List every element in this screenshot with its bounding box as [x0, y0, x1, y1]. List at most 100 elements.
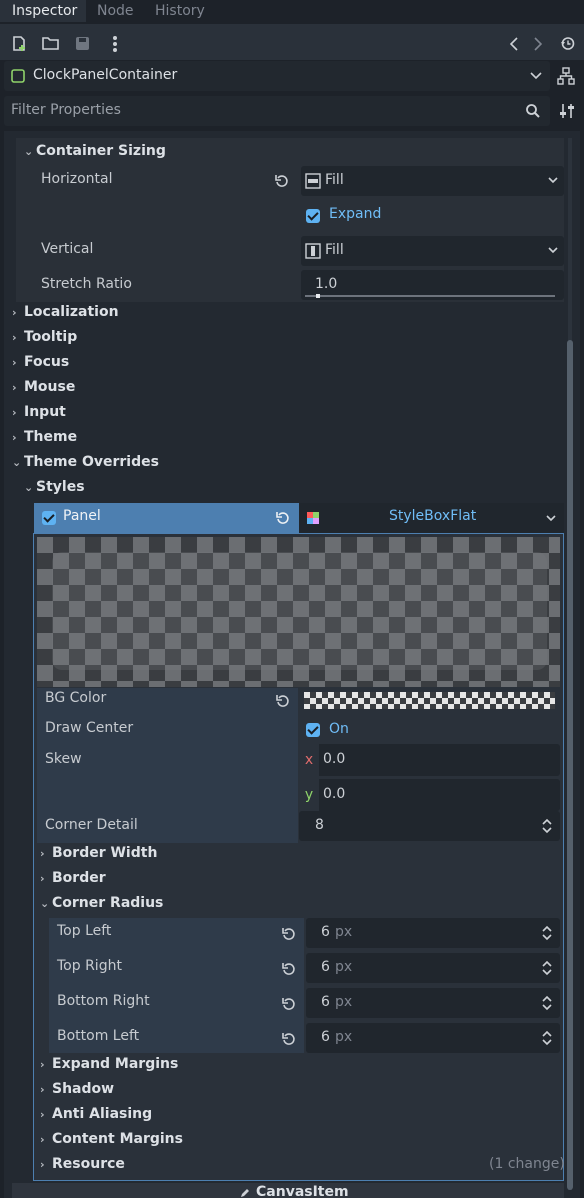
section-theme[interactable]: › Theme: [12, 429, 77, 445]
stretch-ratio-slider[interactable]: 1.0: [301, 270, 564, 300]
bottom-right-label: Bottom Right: [57, 993, 150, 1009]
spin-arrows-icon[interactable]: [542, 995, 552, 1011]
tab-node[interactable]: Node: [97, 0, 134, 22]
horizontal-value: Fill: [325, 172, 344, 188]
section-resource[interactable]: › Resource: [40, 1156, 125, 1172]
horizontal-dropdown[interactable]: Fill: [301, 166, 564, 196]
object-history-icon[interactable]: [560, 36, 575, 51]
tab-bar: Inspector Node History: [0, 0, 584, 24]
history-forward-icon[interactable]: [534, 37, 542, 51]
revert-icon[interactable]: [282, 1032, 296, 1046]
draw-center-label: Draw Center: [45, 720, 134, 736]
filter-properties-input[interactable]: Filter Properties: [4, 96, 550, 126]
bottom-left-label: Bottom Left: [57, 1028, 140, 1044]
section-label: Container Sizing: [36, 143, 166, 159]
top-left-spinbox[interactable]: 6 px: [306, 918, 560, 948]
bottom-left-spinbox[interactable]: 6 px: [306, 1023, 560, 1053]
search-icon: [526, 104, 540, 118]
revert-icon[interactable]: [282, 997, 296, 1011]
more-options-icon[interactable]: [112, 35, 118, 53]
bottom-right-value: 6: [321, 994, 330, 1010]
chevron-down-icon: [530, 72, 542, 80]
draw-center-checkbox[interactable]: [306, 723, 320, 737]
top-right-label: Top Right: [57, 958, 122, 974]
section-focus[interactable]: › Focus: [12, 354, 69, 370]
stretch-ratio-label: Stretch Ratio: [41, 276, 132, 292]
scrollbar-thumb[interactable]: [567, 340, 573, 1190]
chevron-down-icon: [548, 177, 558, 184]
section-container-sizing[interactable]: ⌄ Container Sizing: [24, 143, 166, 159]
canvasitem-label: CanvasItem: [256, 1184, 349, 1198]
node-selector[interactable]: ClockPanelContainer: [4, 61, 550, 91]
vertical-value: Fill: [325, 242, 344, 258]
panel-header[interactable]: Panel: [34, 503, 299, 533]
skew-x-input[interactable]: x 0.0: [299, 744, 560, 776]
skew-label: Skew: [45, 751, 82, 767]
section-expand-margins[interactable]: › Expand Margins: [40, 1056, 178, 1072]
horizontal-label: Horizontal: [41, 171, 113, 187]
new-resource-icon[interactable]: [11, 36, 27, 52]
tab-inspector[interactable]: Inspector: [0, 0, 86, 22]
history-back-icon[interactable]: [510, 37, 518, 51]
axis-x-label: x: [299, 744, 319, 776]
section-theme-overrides[interactable]: ⌄ Theme Overrides: [12, 454, 159, 470]
corner-detail-spinbox[interactable]: 8: [299, 811, 560, 841]
slider-track: [305, 295, 555, 297]
section-content-margins[interactable]: › Content Margins: [40, 1131, 183, 1147]
revert-icon[interactable]: [276, 511, 290, 525]
unit-suffix: px: [335, 924, 353, 940]
expand-label[interactable]: Expand: [329, 206, 381, 222]
fill-horizontal-icon: [305, 173, 321, 189]
stylebox-resource-picker[interactable]: StyleBoxFlat: [299, 503, 539, 533]
expand-checkbox[interactable]: [306, 209, 320, 223]
section-anti-aliasing[interactable]: › Anti Aliasing: [40, 1106, 152, 1122]
node-tree-icon[interactable]: [557, 67, 575, 85]
canvasitem-header[interactable]: CanvasItem: [12, 1183, 564, 1198]
save-icon[interactable]: [75, 36, 90, 51]
section-border[interactable]: › Border: [40, 870, 106, 886]
resource-change-count: (1 change): [489, 1156, 565, 1172]
panel-label: Panel: [63, 508, 101, 524]
slider-grabber[interactable]: [316, 294, 320, 298]
section-input[interactable]: › Input: [12, 404, 66, 420]
top-right-value: 6: [321, 959, 330, 975]
draw-center-value[interactable]: On: [329, 721, 349, 737]
panel-checkbox[interactable]: [42, 511, 56, 525]
axis-y-label: y: [299, 779, 319, 811]
spin-arrows-icon[interactable]: [542, 1030, 552, 1046]
section-tooltip[interactable]: › Tooltip: [12, 329, 77, 345]
filter-settings-icon[interactable]: [559, 103, 575, 119]
unit-suffix: px: [335, 959, 353, 975]
section-corner-radius[interactable]: ⌄ Corner Radius: [40, 895, 163, 911]
fill-vertical-icon: [305, 243, 321, 259]
section-localization[interactable]: › Localization: [12, 304, 119, 320]
bg-color-label: BG Color: [45, 690, 107, 706]
vertical-label: Vertical: [41, 241, 94, 257]
revert-icon[interactable]: [282, 927, 296, 941]
revert-icon[interactable]: [275, 174, 289, 188]
bottom-right-spinbox[interactable]: 6 px: [306, 988, 560, 1018]
top-right-spinbox[interactable]: 6 px: [306, 953, 560, 983]
resource-menu-button[interactable]: [539, 503, 564, 533]
toolbar: [0, 24, 584, 60]
bg-color-picker[interactable]: [304, 692, 555, 709]
spin-arrows-icon[interactable]: [542, 818, 552, 834]
tab-history[interactable]: History: [155, 0, 205, 22]
open-folder-icon[interactable]: [42, 36, 59, 51]
section-shadow[interactable]: › Shadow: [40, 1081, 114, 1097]
chevron-down-icon: ⌄: [24, 145, 34, 158]
stretch-ratio-value: 1.0: [315, 276, 338, 292]
skew-x-value: 0.0: [323, 751, 346, 767]
spin-arrows-icon[interactable]: [542, 960, 552, 976]
skew-y-input[interactable]: y 0.0: [299, 779, 560, 811]
stylebox-preview-shape: [52, 552, 547, 670]
revert-icon[interactable]: [276, 694, 290, 708]
spin-arrows-icon[interactable]: [542, 925, 552, 941]
chevron-down-icon: [548, 247, 558, 254]
section-mouse[interactable]: › Mouse: [12, 379, 75, 395]
revert-icon[interactable]: [282, 962, 296, 976]
corner-detail-label: Corner Detail: [45, 817, 138, 833]
section-border-width[interactable]: › Border Width: [40, 845, 157, 861]
vertical-dropdown[interactable]: Fill: [301, 236, 564, 266]
section-styles[interactable]: ⌄ Styles: [24, 479, 85, 495]
